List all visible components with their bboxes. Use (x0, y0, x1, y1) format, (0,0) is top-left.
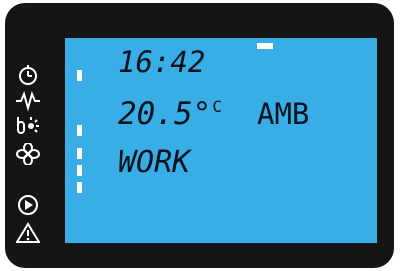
play-icon (14, 194, 42, 216)
fan-icon (14, 143, 42, 165)
indicator-mark-4 (77, 165, 82, 176)
indicator-mark-2 (77, 125, 82, 136)
status-readout: WORK (118, 145, 191, 180)
temperature-readout: 20.5°C (118, 99, 222, 130)
temperature-unit: C (212, 97, 222, 116)
indicator-mark-5 (77, 182, 82, 193)
temperature-value: 20.5° (118, 96, 212, 132)
sun-heat-icon (14, 114, 42, 136)
indicator-mark-1 (77, 70, 82, 81)
timer-icon (14, 64, 42, 86)
indicator-mark-3 (77, 148, 82, 159)
warning-icon (14, 222, 42, 244)
top-indicator-bar (257, 43, 273, 49)
lightning-icon (14, 90, 42, 112)
time-readout: 16:42 (118, 45, 206, 79)
lcd-screen (65, 38, 377, 243)
mode-readout: AMB (257, 97, 310, 131)
